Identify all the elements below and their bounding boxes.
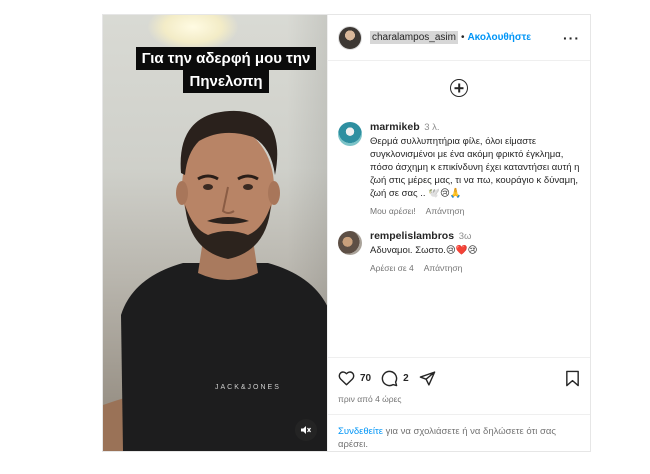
comment-text: Αδυναμοι. Σωστο.😢❤️😢 bbox=[370, 245, 478, 256]
comments-section: marmikeb 3 λ. Θερμά συλλυπητήρια φίλε, ό… bbox=[328, 61, 590, 357]
like-count: 70 bbox=[360, 372, 372, 384]
avatar[interactable] bbox=[338, 25, 362, 50]
comment-item: marmikeb 3 λ. Θερμά συλλυπητήρια φίλε, ό… bbox=[338, 121, 580, 216]
heart-icon[interactable] bbox=[338, 370, 355, 386]
add-circle-icon[interactable] bbox=[450, 79, 468, 97]
shirt-brand-text: JACK&JONES bbox=[215, 384, 281, 391]
instagram-post: JACK&JONES Για την αδερφή μου την Πηνελο… bbox=[102, 14, 591, 452]
bookmark-icon[interactable] bbox=[565, 370, 580, 387]
more-horizontal-icon[interactable]: ··· bbox=[563, 30, 580, 46]
post-timestamp: πριν από 4 ώρες bbox=[338, 394, 402, 404]
post-side-panel: charalampos_asim • Ακολουθήστε ··· marmi… bbox=[327, 15, 590, 451]
comment-text: Θερμά συλλυπητήρια φίλε, όλοι είμαστε συ… bbox=[370, 136, 580, 199]
comment-icon[interactable] bbox=[381, 370, 398, 387]
comment-like-button[interactable]: Μου αρέσει! bbox=[370, 206, 416, 216]
share-icon[interactable] bbox=[419, 370, 436, 387]
post-video[interactable]: JACK&JONES Για την αδερφή μου την Πηνελο… bbox=[103, 15, 327, 451]
follow-button[interactable]: Ακολουθήστε bbox=[467, 32, 531, 43]
video-caption: Για την αδερφή μου την Πηνελοπη bbox=[125, 47, 327, 93]
comment-username[interactable]: rempelislambros bbox=[370, 230, 454, 242]
comment-likes-count[interactable]: Αρέσει σε 4 bbox=[370, 263, 414, 273]
comment-time: 3 λ. bbox=[424, 122, 440, 133]
comment-count: 2 bbox=[403, 372, 409, 384]
owner-username[interactable]: charalampos_asim bbox=[370, 31, 458, 44]
avatar[interactable] bbox=[338, 231, 362, 255]
separator-dot: • bbox=[460, 32, 465, 43]
comment-time: 3ω bbox=[458, 231, 472, 242]
avatar[interactable] bbox=[338, 122, 362, 146]
login-prompt: Συνδεθείτε για να σχολιάσετε ή να δηλώσε… bbox=[328, 414, 590, 451]
comment-username[interactable]: marmikeb bbox=[370, 121, 420, 133]
comment-reply-button[interactable]: Απάντηση bbox=[424, 263, 463, 273]
comment-reply-button[interactable]: Απάντηση bbox=[426, 206, 465, 216]
post-actions: 70 2 πριν από 4 ώρες Συνδεθείτε για να σ… bbox=[328, 357, 590, 451]
post-header: charalampos_asim • Ακολουθήστε ··· bbox=[328, 15, 590, 61]
speaker-muted-icon[interactable] bbox=[295, 419, 317, 441]
comment-item: rempelislambros 3ω Αδυναμοι. Σωστο.😢❤️😢 … bbox=[338, 230, 580, 273]
login-link[interactable]: Συνδεθείτε bbox=[338, 426, 383, 437]
